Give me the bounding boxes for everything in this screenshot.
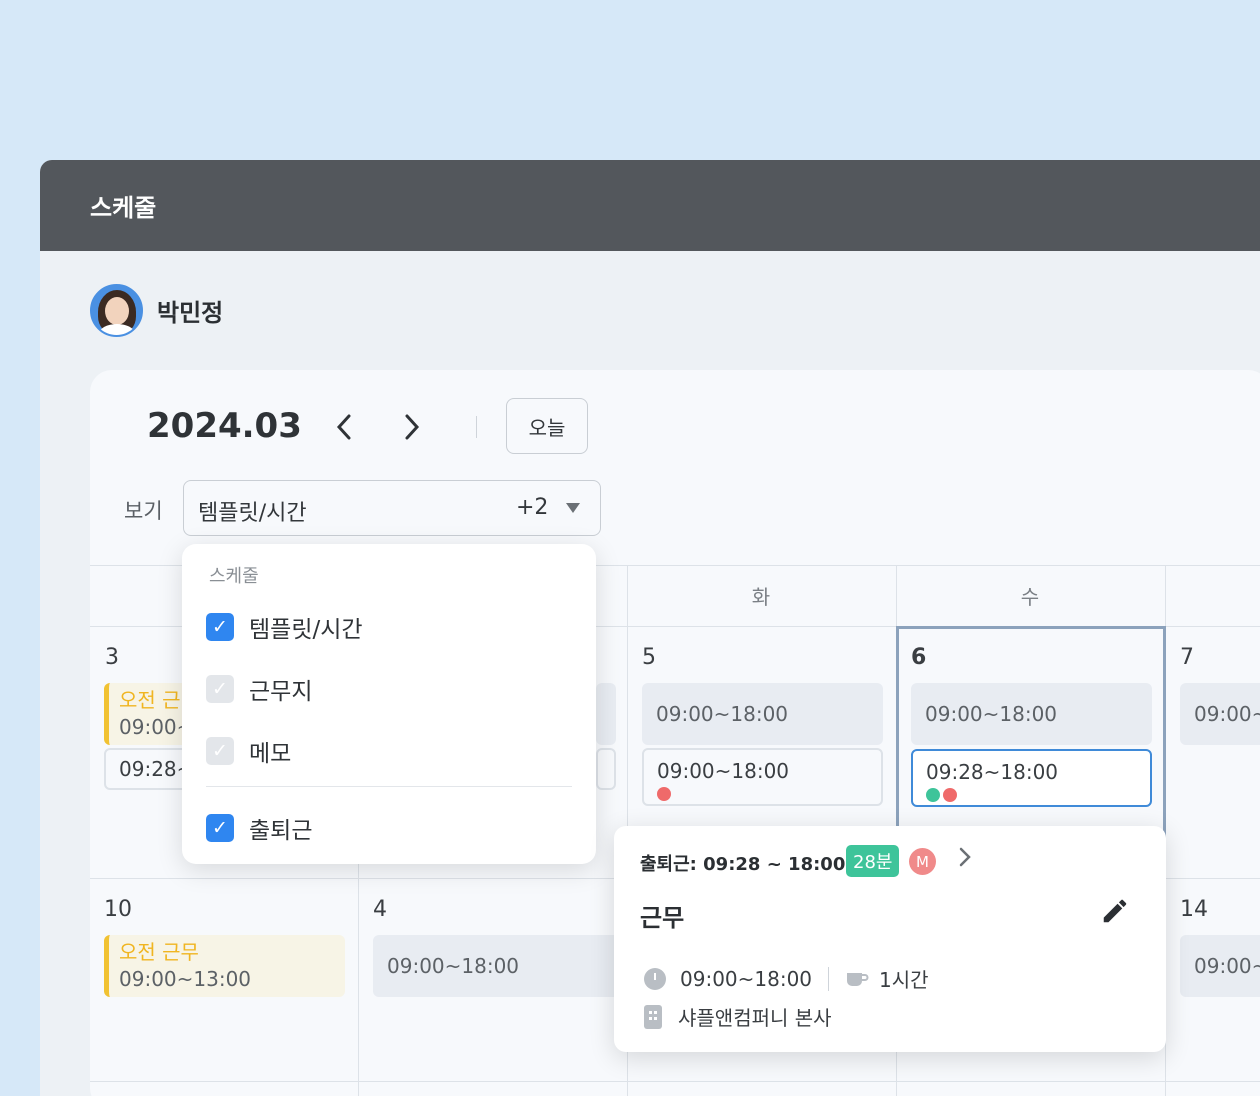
shift-time: 09:00~18:00 <box>925 702 1058 726</box>
building-icon <box>644 1004 662 1029</box>
shift-card[interactable]: 09:00~18:00 <box>642 683 883 745</box>
attendance-time: 09:00~18:00 <box>657 759 790 783</box>
view-label: 보기 <box>124 499 163 523</box>
shift-card[interactable] <box>596 683 616 745</box>
avatar <box>90 284 143 337</box>
late-minutes-badge: 28분 <box>846 845 900 877</box>
view-dropdown-menu: 스케줄 ✓ 템플릿/시간 ✓ 근무지 ✓ 메모 ✓ 출퇴근 <box>182 544 596 864</box>
shift-card[interactable]: 09:00~18:00 <box>911 683 1152 745</box>
shift-time: 09:00~13:00 <box>119 967 252 991</box>
coffee-cup-icon <box>847 972 869 986</box>
view-select[interactable]: 템플릿/시간 +2 <box>183 480 601 536</box>
page-title: 스케줄 <box>90 194 157 222</box>
day-number: 4 <box>373 897 387 922</box>
am-shift-card[interactable]: 오전 근무 09:00~13:00 <box>104 935 345 997</box>
popover-title: 근무 <box>640 904 685 932</box>
attendance-card[interactable]: 09:28~18:00 <box>911 749 1152 807</box>
pencil-icon <box>1103 899 1127 923</box>
popover-location-row: 샤플앤컴퍼니 본사 <box>644 1002 832 1031</box>
attendance-popover: 출퇴근: 09:28 ~ 18:00 28분 M 근무 09:00~18:00 … <box>614 826 1166 1052</box>
menu-item-template-time[interactable]: ✓ 템플릿/시간 <box>206 610 363 644</box>
view-select-extra-count: +2 <box>516 495 549 520</box>
chevron-right-icon <box>405 414 420 440</box>
checkbox-unchecked-icon[interactable]: ✓ <box>206 737 234 765</box>
chevron-left-icon <box>336 414 351 440</box>
shift-card[interactable]: 09:00~ <box>1180 935 1260 997</box>
attendance-card[interactable]: 09:00~18:00 <box>642 748 883 806</box>
day-number: 5 <box>642 645 656 670</box>
popover-break: 1시간 <box>879 968 929 992</box>
divider <box>828 966 830 991</box>
checkbox-checked-icon[interactable]: ✓ <box>206 814 234 842</box>
user-name: 박민정 <box>157 299 224 327</box>
menu-section-title: 스케줄 <box>209 566 259 587</box>
shift-time: 09:00~ <box>1194 702 1260 726</box>
day-number: 14 <box>1180 897 1208 922</box>
shift-title: 오전 근무 <box>119 940 199 964</box>
menu-item-label: 출퇴근 <box>249 818 313 844</box>
caret-down-icon <box>566 503 580 513</box>
menu-item-memo[interactable]: ✓ 메모 <box>206 734 291 768</box>
status-dot <box>657 787 671 801</box>
menu-item-label: 메모 <box>249 741 292 767</box>
popover-time-row: 09:00~18:00 1시간 <box>644 964 929 993</box>
shift-time: 09:00~18:00 <box>387 954 520 978</box>
popover-location: 샤플앤컴퍼니 본사 <box>678 1006 832 1030</box>
menu-item-label: 템플릿/시간 <box>249 617 363 643</box>
menu-item-attendance[interactable]: ✓ 출퇴근 <box>206 811 312 845</box>
prev-month-button[interactable] <box>326 410 362 444</box>
month-label: 2024.03 <box>147 406 302 446</box>
divider <box>476 416 477 438</box>
shift-time: 09:00~18:00 <box>656 702 789 726</box>
shift-card[interactable]: 09:00~18:00 <box>373 935 627 997</box>
menu-item-workplace[interactable]: ✓ 근무지 <box>206 672 312 706</box>
checkbox-unchecked-icon[interactable]: ✓ <box>206 675 234 703</box>
chevron-right-icon <box>959 847 971 867</box>
day-number: 7 <box>1180 645 1194 670</box>
weekday-wed: 수 <box>1020 585 1040 609</box>
shift-card[interactable]: 09:00~ <box>1180 683 1260 745</box>
checkbox-checked-icon[interactable]: ✓ <box>206 613 234 641</box>
day-number: 3 <box>105 645 119 670</box>
weekday-tue: 화 <box>751 585 771 609</box>
shift-time: 09:00~ <box>1194 954 1260 978</box>
view-select-value: 템플릿/시간 <box>198 501 307 526</box>
day-number: 6 <box>911 645 927 670</box>
next-month-button[interactable] <box>394 410 430 444</box>
popover-time: 09:00~18:00 <box>680 966 813 991</box>
member-badge: M <box>909 848 936 875</box>
day-number: 10 <box>104 897 132 922</box>
edit-button[interactable] <box>1100 896 1130 926</box>
menu-divider <box>206 786 572 787</box>
today-button[interactable]: 오늘 <box>506 398 588 454</box>
menu-item-label: 근무지 <box>249 679 313 705</box>
attendance-time: 09:28~18:00 <box>926 760 1059 784</box>
popover-detail-button[interactable] <box>958 846 972 874</box>
title-bar: 스케줄 <box>40 160 1260 251</box>
status-dot <box>926 788 940 802</box>
clock-icon <box>644 967 666 990</box>
popover-attendance-time: 출퇴근: 09:28 ~ 18:00 <box>640 854 846 875</box>
attendance-card[interactable] <box>596 748 616 790</box>
status-dot <box>943 788 957 802</box>
user-profile: 박민정 <box>90 284 223 337</box>
